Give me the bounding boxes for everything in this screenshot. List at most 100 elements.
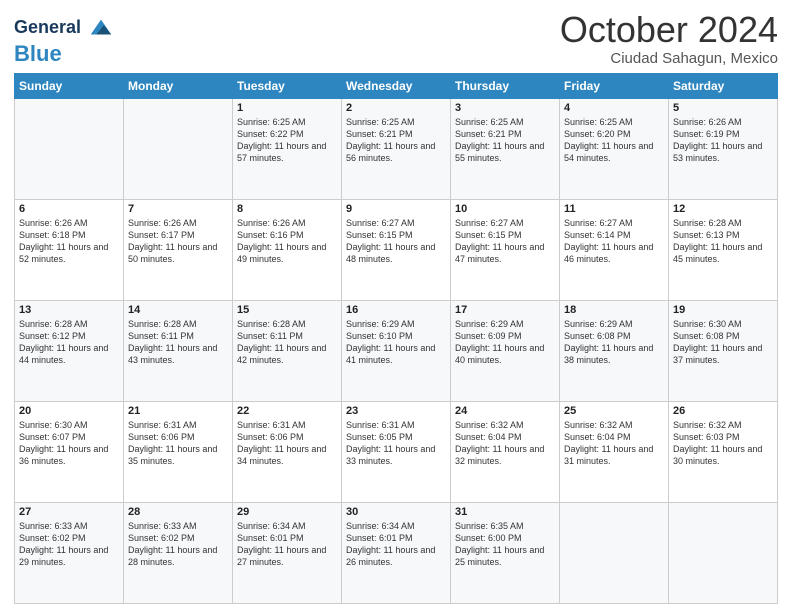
day-detail: Sunrise: 6:31 AMSunset: 6:06 PMDaylight:…	[237, 419, 337, 468]
day-number: 7	[128, 203, 228, 215]
calendar-cell	[669, 502, 778, 603]
calendar-cell	[124, 98, 233, 199]
calendar-cell: 10 Sunrise: 6:27 AMSunset: 6:15 PMDayligh…	[451, 199, 560, 300]
day-detail: Sunrise: 6:27 AMSunset: 6:15 PMDaylight:…	[455, 217, 555, 266]
day-detail: Sunrise: 6:31 AMSunset: 6:05 PMDaylight:…	[346, 419, 446, 468]
day-detail: Sunrise: 6:25 AMSunset: 6:21 PMDaylight:…	[455, 116, 555, 165]
logo-text-general: General	[14, 18, 81, 38]
calendar-cell: 7 Sunrise: 6:26 AMSunset: 6:17 PMDaylight…	[124, 199, 233, 300]
calendar-week-5: 27Sunrise: 6:33 AMSunset: 6:02 PMDayligh…	[15, 502, 778, 603]
day-number: 8	[237, 203, 337, 215]
calendar-week-3: 13 Sunrise: 6:28 AMSunset: 6:12 PMDayligh…	[15, 300, 778, 401]
day-number: 14	[128, 304, 228, 316]
weekday-header-saturday: Saturday	[669, 73, 778, 98]
day-detail: Sunrise: 6:28 AMSunset: 6:12 PMDaylight:…	[19, 318, 119, 367]
day-number: 16	[346, 304, 446, 316]
day-detail: Sunrise: 6:32 AMSunset: 6:04 PMDaylight:…	[455, 419, 555, 468]
day-number: 25	[564, 405, 664, 417]
calendar-cell: 21 Sunrise: 6:31 AMSunset: 6:06 PMDayligh…	[124, 401, 233, 502]
day-detail: Sunrise: 6:33 AMSunset: 6:02 PMDaylight:…	[128, 520, 228, 569]
calendar-cell: 4Sunrise: 6:25 AMSunset: 6:20 PMDaylight…	[560, 98, 669, 199]
calendar-cell: 18 Sunrise: 6:29 AMSunset: 6:08 PMDayligh…	[560, 300, 669, 401]
day-number: 23	[346, 405, 446, 417]
day-detail: Sunrise: 6:26 AMSunset: 6:17 PMDaylight:…	[128, 217, 228, 266]
calendar-table: SundayMondayTuesdayWednesdayThursdayFrid…	[14, 73, 778, 604]
header: General Blue October 2024 Ciudad Sahagun…	[14, 10, 778, 67]
day-number: 13	[19, 304, 119, 316]
day-number: 11	[564, 203, 664, 215]
day-number: 3	[455, 102, 555, 114]
day-detail: Sunrise: 6:31 AMSunset: 6:06 PMDaylight:…	[128, 419, 228, 468]
day-detail: Sunrise: 6:25 AMSunset: 6:22 PMDaylight:…	[237, 116, 337, 165]
day-detail: Sunrise: 6:33 AMSunset: 6:02 PMDaylight:…	[19, 520, 119, 569]
calendar-cell: 2 Sunrise: 6:25 AMSunset: 6:21 PMDaylight…	[342, 98, 451, 199]
day-number: 20	[19, 405, 119, 417]
weekday-header-monday: Monday	[124, 73, 233, 98]
day-detail: Sunrise: 6:29 AMSunset: 6:08 PMDaylight:…	[564, 318, 664, 367]
day-number: 28	[128, 506, 228, 518]
day-detail: Sunrise: 6:34 AMSunset: 6:01 PMDaylight:…	[237, 520, 337, 569]
day-detail: Sunrise: 6:30 AMSunset: 6:08 PMDaylight:…	[673, 318, 773, 367]
day-number: 17	[455, 304, 555, 316]
calendar-cell: 30 Sunrise: 6:34 AMSunset: 6:01 PMDayligh…	[342, 502, 451, 603]
calendar-cell: 6 Sunrise: 6:26 AMSunset: 6:18 PMDaylight…	[15, 199, 124, 300]
logo: General Blue	[14, 14, 115, 66]
day-detail: Sunrise: 6:30 AMSunset: 6:07 PMDaylight:…	[19, 419, 119, 468]
weekday-header-sunday: Sunday	[15, 73, 124, 98]
day-number: 2	[346, 102, 446, 114]
calendar-cell: 3 Sunrise: 6:25 AMSunset: 6:21 PMDaylight…	[451, 98, 560, 199]
title-block: October 2024 Ciudad Sahagun, Mexico	[560, 10, 778, 67]
calendar-cell: 19 Sunrise: 6:30 AMSunset: 6:08 PMDayligh…	[669, 300, 778, 401]
calendar-header: SundayMondayTuesdayWednesdayThursdayFrid…	[15, 73, 778, 98]
day-detail: Sunrise: 6:26 AMSunset: 6:18 PMDaylight:…	[19, 217, 119, 266]
day-detail: Sunrise: 6:27 AMSunset: 6:15 PMDaylight:…	[346, 217, 446, 266]
day-detail: Sunrise: 6:27 AMSunset: 6:14 PMDaylight:…	[564, 217, 664, 266]
logo-text-blue: Blue	[14, 41, 62, 66]
day-number: 12	[673, 203, 773, 215]
calendar-cell: 29Sunrise: 6:34 AMSunset: 6:01 PMDayligh…	[233, 502, 342, 603]
weekday-row: SundayMondayTuesdayWednesdayThursdayFrid…	[15, 73, 778, 98]
day-number: 19	[673, 304, 773, 316]
calendar-cell	[560, 502, 669, 603]
day-number: 21	[128, 405, 228, 417]
calendar-cell: 12 Sunrise: 6:28 AMSunset: 6:13 PMDayligh…	[669, 199, 778, 300]
day-detail: Sunrise: 6:34 AMSunset: 6:01 PMDaylight:…	[346, 520, 446, 569]
day-number: 24	[455, 405, 555, 417]
calendar-cell: 5Sunrise: 6:26 AMSunset: 6:19 PMDaylight…	[669, 98, 778, 199]
calendar-cell: 9Sunrise: 6:27 AMSunset: 6:15 PMDaylight…	[342, 199, 451, 300]
day-detail: Sunrise: 6:32 AMSunset: 6:03 PMDaylight:…	[673, 419, 773, 468]
calendar-cell	[15, 98, 124, 199]
calendar-body: 1 Sunrise: 6:25 AMSunset: 6:22 PMDaylight…	[15, 98, 778, 603]
day-number: 6	[19, 203, 119, 215]
day-number: 10	[455, 203, 555, 215]
main-container: General Blue October 2024 Ciudad Sahagun…	[0, 0, 792, 612]
calendar-cell: 15 Sunrise: 6:28 AMSunset: 6:11 PMDayligh…	[233, 300, 342, 401]
calendar-cell: 27Sunrise: 6:33 AMSunset: 6:02 PMDayligh…	[15, 502, 124, 603]
day-detail: Sunrise: 6:28 AMSunset: 6:11 PMDaylight:…	[237, 318, 337, 367]
calendar-cell: 13 Sunrise: 6:28 AMSunset: 6:12 PMDayligh…	[15, 300, 124, 401]
day-detail: Sunrise: 6:28 AMSunset: 6:13 PMDaylight:…	[673, 217, 773, 266]
day-detail: Sunrise: 6:29 AMSunset: 6:09 PMDaylight:…	[455, 318, 555, 367]
calendar-cell: 25Sunrise: 6:32 AMSunset: 6:04 PMDayligh…	[560, 401, 669, 502]
calendar-cell: 16 Sunrise: 6:29 AMSunset: 6:10 PMDayligh…	[342, 300, 451, 401]
calendar-week-1: 1 Sunrise: 6:25 AMSunset: 6:22 PMDaylight…	[15, 98, 778, 199]
day-number: 5	[673, 102, 773, 114]
day-number: 22	[237, 405, 337, 417]
day-detail: Sunrise: 6:35 AMSunset: 6:00 PMDaylight:…	[455, 520, 555, 569]
weekday-header-wednesday: Wednesday	[342, 73, 451, 98]
day-number: 18	[564, 304, 664, 316]
day-number: 30	[346, 506, 446, 518]
day-number: 1	[237, 102, 337, 114]
calendar-cell: 31 Sunrise: 6:35 AMSunset: 6:00 PMDayligh…	[451, 502, 560, 603]
calendar-cell: 14 Sunrise: 6:28 AMSunset: 6:11 PMDayligh…	[124, 300, 233, 401]
day-detail: Sunrise: 6:25 AMSunset: 6:21 PMDaylight:…	[346, 116, 446, 165]
calendar-cell: 1 Sunrise: 6:25 AMSunset: 6:22 PMDaylight…	[233, 98, 342, 199]
day-detail: Sunrise: 6:29 AMSunset: 6:10 PMDaylight:…	[346, 318, 446, 367]
calendar-cell: 26 Sunrise: 6:32 AMSunset: 6:03 PMDayligh…	[669, 401, 778, 502]
month-title: October 2024	[560, 10, 778, 50]
day-number: 26	[673, 405, 773, 417]
day-number: 31	[455, 506, 555, 518]
day-number: 15	[237, 304, 337, 316]
day-detail: Sunrise: 6:28 AMSunset: 6:11 PMDaylight:…	[128, 318, 228, 367]
day-detail: Sunrise: 6:26 AMSunset: 6:16 PMDaylight:…	[237, 217, 337, 266]
